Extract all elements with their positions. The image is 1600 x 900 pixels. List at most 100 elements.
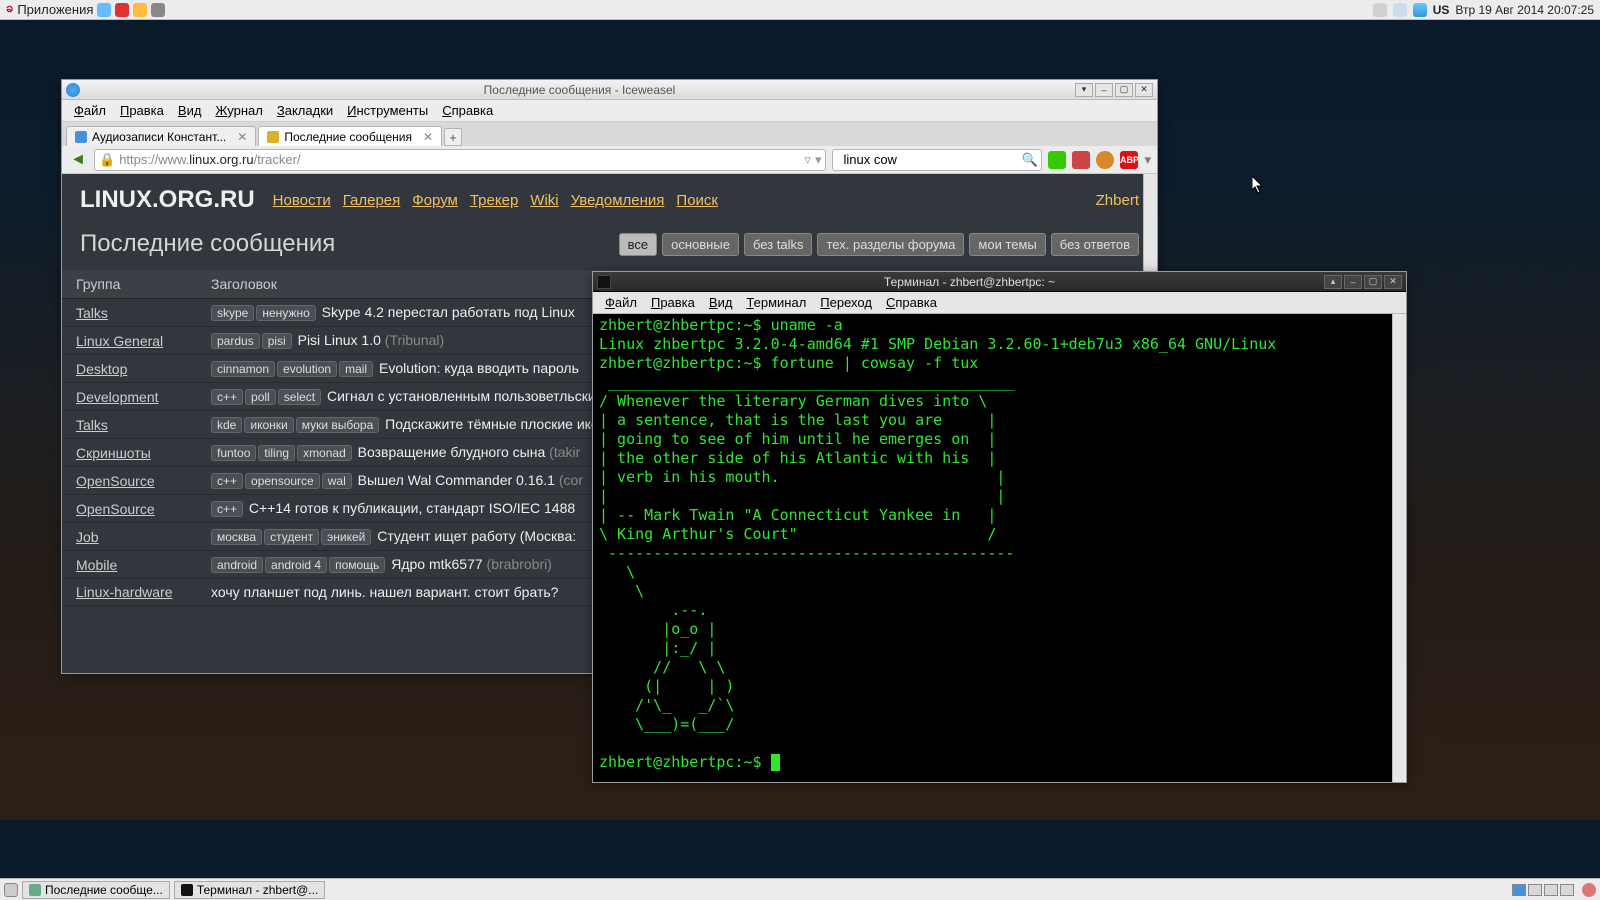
show-desktop-button[interactable] bbox=[4, 883, 18, 897]
filter-button[interactable]: все bbox=[619, 233, 658, 256]
group-link[interactable]: Development bbox=[76, 389, 159, 405]
menu-item[interactable]: Справка bbox=[880, 293, 943, 312]
back-button[interactable]: ◄ bbox=[68, 150, 88, 170]
workspace-switcher[interactable] bbox=[1512, 884, 1574, 896]
workspace[interactable] bbox=[1560, 884, 1574, 896]
tag[interactable]: skype bbox=[211, 305, 254, 321]
user-link[interactable]: Zhbert bbox=[1096, 192, 1139, 209]
tag[interactable]: pisi bbox=[262, 333, 292, 349]
tag[interactable]: tiling bbox=[258, 445, 295, 461]
tray-volume-icon[interactable] bbox=[1373, 3, 1387, 17]
tag[interactable]: c++ bbox=[211, 501, 243, 517]
tag[interactable]: mail bbox=[339, 361, 373, 377]
tag[interactable]: funtoo bbox=[211, 445, 256, 461]
feed-icon[interactable]: ▿ bbox=[804, 152, 811, 168]
nav-link[interactable]: Новости bbox=[273, 192, 331, 209]
tag[interactable]: эникей bbox=[321, 529, 371, 545]
tray-update-icon[interactable] bbox=[151, 3, 165, 17]
window-minimize2-button[interactable]: – bbox=[1095, 83, 1113, 97]
applications-menu[interactable]: Приложения bbox=[17, 2, 93, 17]
adblock-icon[interactable]: ABP bbox=[1120, 151, 1138, 169]
menu-item[interactable]: Справка bbox=[436, 101, 499, 120]
tag[interactable]: pardus bbox=[211, 333, 260, 349]
workspace[interactable] bbox=[1512, 884, 1526, 896]
search-go-icon[interactable]: 🔍 bbox=[1021, 152, 1037, 168]
topic-title[interactable]: Подскажите тёмные плоские иконки bbox=[381, 416, 620, 432]
topic-title[interactable]: Skype 4.2 перестал работать под Linux bbox=[318, 304, 575, 320]
menu-item[interactable]: Переход bbox=[814, 293, 878, 312]
tab-audio[interactable]: Аудиозаписи Констант... ✕ bbox=[66, 126, 256, 146]
tag[interactable]: select bbox=[278, 389, 321, 405]
menu-item[interactable]: Инструменты bbox=[341, 101, 434, 120]
terminal-scrollbar[interactable] bbox=[1392, 314, 1406, 782]
nav-link[interactable]: Поиск bbox=[676, 192, 718, 209]
tray-calendar-icon[interactable] bbox=[133, 3, 147, 17]
tag[interactable]: c++ bbox=[211, 389, 243, 405]
greasemonkey-icon[interactable] bbox=[1096, 151, 1114, 169]
window-minimize-button[interactable]: ▾ bbox=[1075, 83, 1093, 97]
tab-close-icon[interactable]: ✕ bbox=[237, 130, 247, 144]
topic-title[interactable]: Вышел Wal Commander 0.16.1 bbox=[354, 472, 559, 488]
menu-item[interactable]: Вид bbox=[172, 101, 208, 120]
nav-link[interactable]: Wiki bbox=[530, 192, 558, 209]
tag[interactable]: opensource bbox=[245, 473, 320, 489]
tag[interactable]: ненужно bbox=[256, 305, 315, 321]
group-link[interactable]: Talks bbox=[76, 305, 108, 321]
new-tab-button[interactable]: + bbox=[444, 128, 462, 146]
tray-battery-icon[interactable] bbox=[1393, 3, 1407, 17]
search-input[interactable] bbox=[841, 151, 1021, 168]
terminal-titlebar[interactable]: Терминал - zhbert@zhbertpc: ~ ▴ – ▢ ✕ bbox=[593, 272, 1406, 292]
topic-title[interactable]: хочу планшет под линь. нашел вариант. ст… bbox=[211, 584, 558, 600]
topic-title[interactable]: C++14 готов к публикации, стандарт ISO/I… bbox=[245, 500, 575, 516]
browser-titlebar[interactable]: Последние сообщения - Iceweasel ▾ – ▢ ✕ bbox=[62, 80, 1157, 100]
tag[interactable]: c++ bbox=[211, 473, 243, 489]
nav-link[interactable]: Галерея bbox=[343, 192, 401, 209]
terminal-output[interactable]: zhbert@zhbertpc:~$ uname -a Linux zhbert… bbox=[593, 314, 1406, 782]
keyboard-layout-indicator[interactable]: US bbox=[1433, 3, 1450, 17]
filter-button[interactable]: основные bbox=[662, 233, 739, 256]
tag[interactable]: poll bbox=[245, 389, 276, 405]
window-maximize-button[interactable]: ▢ bbox=[1364, 275, 1382, 289]
workspace[interactable] bbox=[1528, 884, 1542, 896]
tag[interactable]: москва bbox=[211, 529, 262, 545]
tab-tracker[interactable]: Последние сообщения ✕ bbox=[258, 126, 442, 146]
menu-item[interactable]: Журнал bbox=[209, 101, 268, 120]
tag[interactable]: cinnamon bbox=[211, 361, 275, 377]
menu-item[interactable]: Вид bbox=[703, 293, 739, 312]
taskbar-item-browser[interactable]: Последние сообще... bbox=[22, 881, 170, 899]
tag[interactable]: xmonad bbox=[297, 445, 352, 461]
download-arrow-icon[interactable] bbox=[1048, 151, 1066, 169]
tray-mail-icon[interactable] bbox=[115, 3, 129, 17]
filter-button[interactable]: без ответов bbox=[1051, 233, 1139, 256]
site-logo[interactable]: LINUX.ORG.RU bbox=[80, 186, 255, 214]
tab-close-icon[interactable]: ✕ bbox=[423, 130, 433, 144]
menu-item[interactable]: Правка bbox=[645, 293, 701, 312]
tag[interactable]: android 4 bbox=[265, 557, 327, 573]
tag[interactable]: evolution bbox=[277, 361, 337, 377]
nav-link[interactable]: Трекер bbox=[470, 192, 518, 209]
tag[interactable]: студент bbox=[264, 529, 319, 545]
menu-item[interactable]: Закладки bbox=[271, 101, 339, 120]
tag[interactable]: иконки bbox=[244, 417, 293, 433]
group-link[interactable]: Desktop bbox=[76, 361, 127, 377]
tag[interactable]: wal bbox=[322, 473, 352, 489]
filter-button[interactable]: без talks bbox=[744, 233, 813, 256]
tag[interactable]: android bbox=[211, 557, 263, 573]
group-link[interactable]: OpenSource bbox=[76, 473, 155, 489]
toolbar-dropdown-icon[interactable]: ▾ bbox=[1144, 152, 1151, 168]
group-link[interactable]: Скриншоты bbox=[76, 445, 151, 461]
group-link[interactable]: Linux-hardware bbox=[76, 584, 173, 600]
tag[interactable]: kde bbox=[211, 417, 242, 433]
topic-title[interactable]: Возвращение блудного сына bbox=[354, 444, 549, 460]
window-close-button[interactable]: ✕ bbox=[1384, 275, 1402, 289]
tag[interactable]: муки выбора bbox=[296, 417, 380, 433]
window-shade-button[interactable]: ▴ bbox=[1324, 275, 1342, 289]
window-maximize-button[interactable]: ▢ bbox=[1115, 83, 1133, 97]
group-link[interactable]: Mobile bbox=[76, 557, 117, 573]
workspace[interactable] bbox=[1544, 884, 1558, 896]
home-icon[interactable] bbox=[1072, 151, 1090, 169]
menu-item[interactable]: Файл bbox=[599, 293, 643, 312]
tray-network-icon[interactable] bbox=[1413, 3, 1427, 17]
tag[interactable]: помощь bbox=[329, 557, 385, 573]
search-bar[interactable]: 🔍 bbox=[832, 149, 1042, 171]
